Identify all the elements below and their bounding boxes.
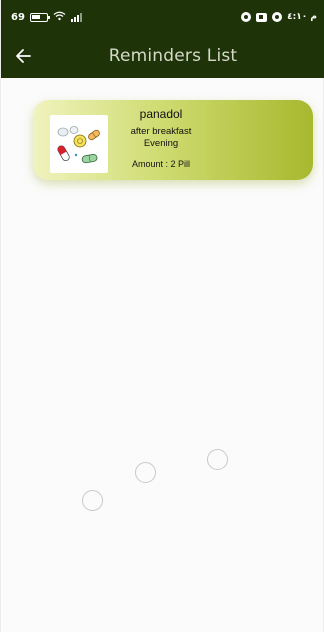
reminder-card[interactable]: panadol after breakfast Evening Amount :… — [33, 100, 313, 180]
medicine-timing: after breakfast — [130, 126, 192, 137]
battery-percent: 69 — [11, 11, 25, 23]
reminder-details: panadol after breakfast Evening Amount :… — [113, 107, 209, 170]
signal-icon — [70, 12, 82, 22]
decorative-circle — [207, 449, 228, 470]
app-bar: Reminders List — [1, 34, 324, 78]
reminders-screen: 69 م ٤:١٠ Reminders List panadol after b… — [0, 0, 324, 632]
decorative-circle — [135, 462, 156, 483]
notification-icon — [241, 12, 252, 22]
status-bar: 69 م ٤:١٠ — [1, 0, 324, 34]
medicine-period: Evening — [143, 138, 179, 149]
medicine-name: panadol — [139, 107, 183, 121]
pills-illustration — [50, 115, 108, 173]
status-left: 69 — [11, 11, 82, 24]
wifi-icon — [53, 11, 66, 24]
video-icon — [256, 12, 268, 22]
battery-icon — [29, 12, 50, 22]
status-right: م ٤:١٠ — [241, 12, 317, 22]
decorative-circle — [82, 490, 103, 511]
page-title: Reminders List — [108, 46, 238, 66]
status-clock: م ٤:١٠ — [287, 12, 317, 22]
medicine-amount: Amount : 2 Pill — [131, 159, 191, 169]
notification-icon — [272, 12, 283, 22]
